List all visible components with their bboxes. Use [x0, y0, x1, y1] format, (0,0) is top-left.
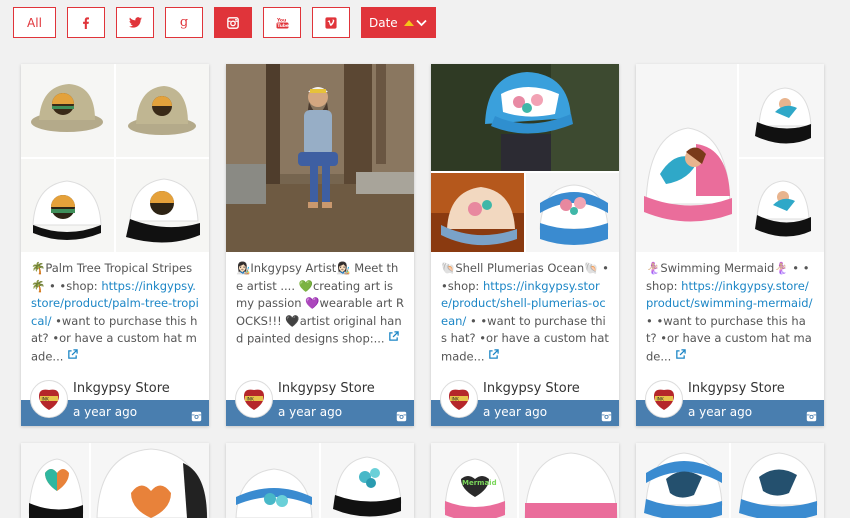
post-text: 👩🏻‍🎨Inkgypsy Artist👩🏻‍🎨 Meet the artist …: [226, 252, 414, 380]
post-text-body: •want to purchase this hat? •or have a c…: [31, 313, 198, 363]
filter-google-button[interactable]: g: [165, 7, 203, 38]
external-link-icon[interactable]: [388, 330, 399, 348]
author-name[interactable]: Inkgypsy Store: [483, 381, 580, 396]
avatar[interactable]: INK: [235, 380, 273, 418]
post-card[interactable]: 🧜🏼‍♀️Swimming Mermaid🧜🏼‍♀️ • •shop: http…: [636, 64, 824, 426]
svg-text:Mermaid: Mermaid: [462, 479, 497, 487]
post-card[interactable]: [226, 443, 414, 518]
post-card[interactable]: 🌴Palm Tree Tropical Stripes🌴 • •shop: ht…: [21, 64, 209, 426]
author-name[interactable]: Inkgypsy Store: [73, 381, 170, 396]
post-media[interactable]: [226, 443, 414, 518]
sort-date-label: Date: [369, 15, 398, 30]
instagram-icon[interactable]: [806, 407, 817, 426]
post-time: a year ago: [73, 405, 138, 419]
hat-photo: [226, 443, 319, 518]
hat-photo: [21, 64, 114, 157]
filter-vimeo-button[interactable]: [312, 7, 350, 38]
post-media[interactable]: [21, 443, 209, 518]
hat-photo: [431, 64, 619, 171]
artist-photo: [226, 64, 414, 252]
filter-all-label: All: [27, 15, 42, 30]
filter-twitter-button[interactable]: [116, 7, 154, 38]
post-media[interactable]: [21, 64, 209, 252]
filter-all-button[interactable]: All: [13, 7, 56, 38]
svg-text:INK: INK: [247, 396, 254, 402]
hat-photo: Mermaid: [431, 443, 517, 518]
author-name[interactable]: Inkgypsy Store: [278, 381, 375, 396]
post-card[interactable]: 👩🏻‍🎨Inkgypsy Artist👩🏻‍🎨 Meet the artist …: [226, 64, 414, 426]
hat-photo: [21, 159, 114, 252]
post-text: 🐚Shell Plumerias Ocean🐚 • •shop: https:/…: [431, 252, 619, 380]
post-media[interactable]: [636, 64, 824, 252]
post-media[interactable]: [636, 443, 824, 518]
instagram-icon: [227, 16, 239, 29]
sort-date-button[interactable]: Date: [361, 7, 436, 38]
youtube-icon: You Tube: [276, 17, 289, 29]
filter-bar: All g You Tube Date: [13, 7, 436, 38]
vimeo-icon: [325, 16, 337, 29]
post-card[interactable]: [21, 443, 209, 518]
hat-photo: [526, 173, 619, 252]
google-plus-icon: g: [179, 15, 189, 30]
avatar[interactable]: INK: [645, 380, 683, 418]
filter-facebook-button[interactable]: [67, 7, 105, 38]
author-name[interactable]: Inkgypsy Store: [688, 381, 785, 396]
post-text: 🧜🏼‍♀️Swimming Mermaid🧜🏼‍♀️ • •shop: http…: [636, 252, 824, 380]
instagram-icon[interactable]: [396, 407, 407, 426]
avatar[interactable]: INK: [440, 380, 478, 418]
post-text-body: 👩🏻‍🎨Inkgypsy Artist👩🏻‍🎨 Meet the artist …: [236, 261, 404, 346]
svg-text:INK: INK: [452, 396, 459, 402]
hat-photo: [636, 443, 729, 518]
filter-instagram-button[interactable]: [214, 7, 252, 38]
post-time: a year ago: [483, 405, 548, 419]
post-text-body: • •want to purchase this hat? •or have a…: [441, 313, 609, 363]
hat-photo: [636, 64, 737, 252]
hat-photo: [116, 159, 209, 252]
hat-photo: [739, 64, 824, 157]
post-time: a year ago: [688, 405, 753, 419]
filter-youtube-button[interactable]: You Tube: [263, 7, 301, 38]
post-card[interactable]: [636, 443, 824, 518]
post-media[interactable]: [226, 64, 414, 252]
external-link-icon[interactable]: [67, 348, 78, 366]
post-card[interactable]: 🐚Shell Plumerias Ocean🐚 • •shop: https:/…: [431, 64, 619, 426]
external-link-icon[interactable]: [488, 348, 499, 366]
external-link-icon[interactable]: [675, 348, 686, 366]
post-text-body: • •want to purchase this hat? •or have a…: [646, 313, 812, 363]
instagram-icon[interactable]: [601, 407, 612, 426]
post-media[interactable]: Mermaid: [431, 443, 619, 518]
svg-text:INK: INK: [42, 396, 49, 402]
hat-photo: [739, 159, 824, 252]
hat-photo: [519, 443, 619, 518]
post-card[interactable]: Mermaid: [431, 443, 619, 518]
facebook-icon: [82, 16, 90, 29]
hat-photo: [21, 443, 89, 518]
avatar[interactable]: INK: [30, 380, 68, 418]
post-media[interactable]: [431, 64, 619, 252]
hat-photo: [731, 443, 824, 518]
twitter-icon: [128, 17, 142, 28]
hat-photo: [321, 443, 414, 518]
post-time: a year ago: [278, 405, 343, 419]
hat-photo: [91, 443, 209, 518]
sort-direction-icon: [403, 19, 427, 27]
svg-text:INK: INK: [657, 396, 664, 402]
hat-photo: [431, 173, 524, 252]
hat-photo: [116, 64, 209, 157]
svg-text:Tube: Tube: [277, 23, 288, 28]
post-text: 🌴Palm Tree Tropical Stripes🌴 • •shop: ht…: [21, 252, 209, 380]
instagram-icon[interactable]: [191, 407, 202, 426]
